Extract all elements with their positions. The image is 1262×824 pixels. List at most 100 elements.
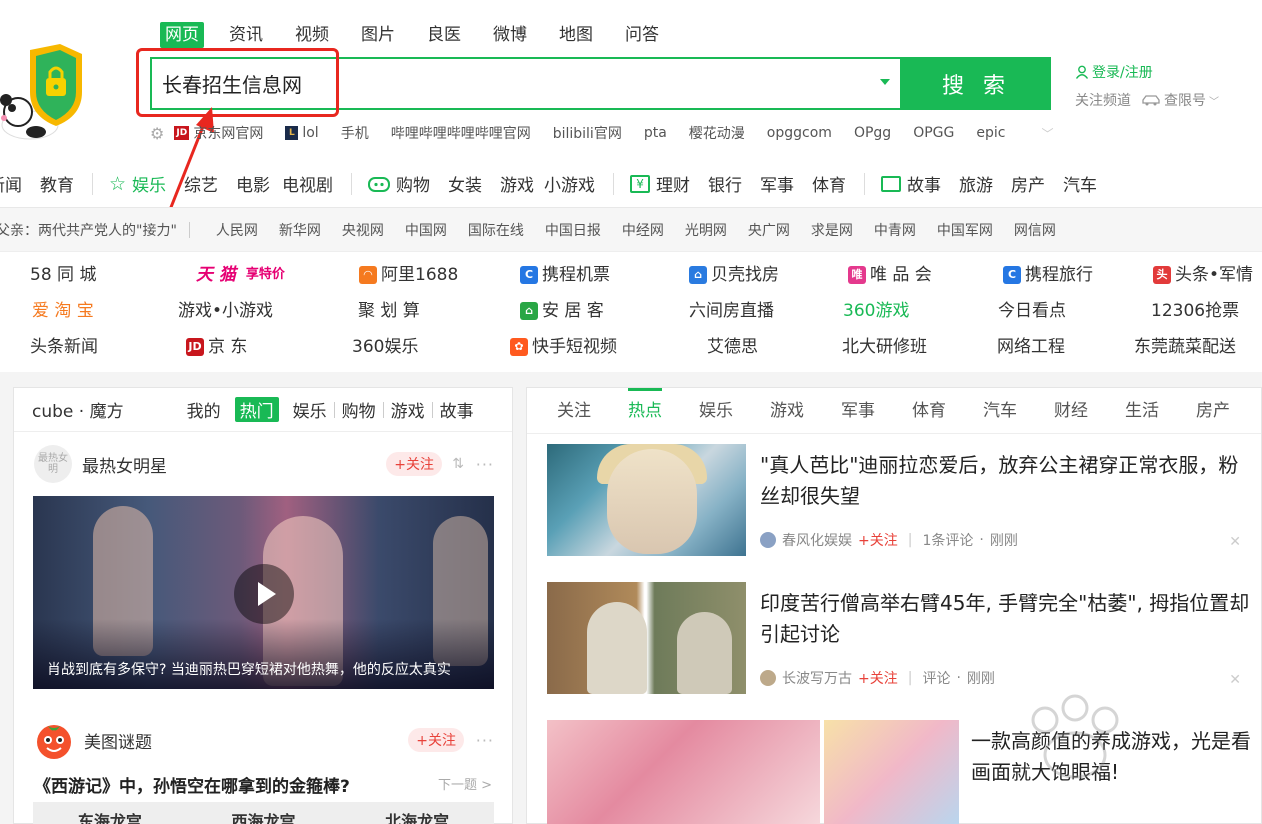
hot-link-bilibili[interactable]: bilibili官网 [553, 123, 622, 143]
site-link[interactable]: 北大研修班 [823, 329, 978, 365]
nav-tv[interactable]: 电视剧 [282, 171, 333, 196]
feed-thumbnail[interactable] [547, 582, 746, 694]
hot-link-opgg-upper[interactable]: OPGG [913, 125, 954, 141]
follow-button[interactable]: +关注 [386, 452, 442, 476]
more-icon[interactable]: ··· [476, 455, 494, 474]
site-link[interactable]: 58 同 城 [30, 257, 178, 293]
feed-tab-games[interactable]: 游戏 [770, 388, 804, 434]
site-link[interactable]: C 携程旅行 [978, 257, 1128, 293]
hot-link-bilibili-cn[interactable]: 哔哩哔哩哔哩哔哩官网 [391, 123, 531, 143]
feed-comments[interactable]: 1条评论 [922, 530, 973, 550]
site-link[interactable]: 360娱乐 [333, 329, 493, 365]
nav-travel[interactable]: 旅游 [959, 171, 993, 196]
feed-source[interactable]: 长波写万古 [782, 668, 852, 688]
site-link[interactable]: ⌂ 安 居 客 [493, 293, 663, 329]
feed-tab-realestate[interactable]: 房产 [1196, 388, 1230, 434]
search-tab-qa[interactable]: 问答 [622, 22, 662, 48]
nav-realestate[interactable]: 房产 [1011, 171, 1045, 196]
site-link[interactable]: 游戏•小游戏 [178, 293, 333, 329]
hot-link-pta[interactable]: pta [644, 125, 667, 141]
news-site[interactable]: 央视网 [342, 220, 384, 240]
nav-mini-games[interactable]: 小游戏 [544, 171, 595, 196]
follow-link[interactable]: +关注 [858, 530, 898, 550]
search-tab-news[interactable]: 资讯 [226, 22, 266, 48]
search-tab-map[interactable]: 地图 [556, 22, 596, 48]
feed-source[interactable]: 春风化娱娱 [782, 530, 852, 550]
news-site[interactable]: 光明网 [685, 220, 727, 240]
site-link[interactable]: 360游戏 [823, 293, 978, 329]
site-link[interactable]: 爱 淘 宝 [30, 293, 178, 329]
news-site[interactable]: 中国日报 [545, 220, 601, 240]
nav-entertainment[interactable]: ☆ 娱乐 [109, 171, 166, 197]
feed-title[interactable]: "真人芭比"迪丽拉恋爱后，放弃公主裙穿正常衣服，粉丝却很失望 [760, 450, 1250, 512]
swap-icon[interactable]: ⇅ [452, 456, 464, 472]
hot-link-opgg[interactable]: OPgg [854, 125, 891, 141]
site-link[interactable]: 网络工程 [978, 329, 1128, 365]
nav-military[interactable]: 军事 [760, 171, 794, 196]
nav-shopping[interactable]: 购物 [368, 171, 430, 196]
more-icon[interactable]: ··· [476, 731, 494, 750]
feed-tab-sports[interactable]: 体育 [912, 388, 946, 434]
site-link[interactable]: 12306抢票 [1128, 293, 1262, 329]
site-link[interactable]: 头 头条•军情 [1128, 257, 1262, 293]
search-tab-images[interactable]: 图片 [358, 22, 398, 48]
site-link[interactable]: 聚 划 算 [333, 293, 493, 329]
nav-education[interactable]: 教育 [40, 171, 74, 196]
cube-tab-stories[interactable]: 故事 [440, 397, 474, 422]
follow-channel-link[interactable]: 关注频道 [1075, 90, 1131, 110]
news-site[interactable]: 求是网 [811, 220, 853, 240]
feed-thumbnail[interactable] [824, 720, 959, 824]
quiz-option[interactable]: 东海龙宫 [78, 808, 142, 824]
nav-games[interactable]: 游戏 [500, 171, 534, 196]
feed-tab-follow[interactable]: 关注 [557, 388, 591, 434]
next-question-link[interactable]: 下一题 > [438, 774, 492, 793]
search-tab-doctor[interactable]: 良医 [424, 22, 464, 48]
traffic-limit-link[interactable]: 查限号 ﹀ [1141, 90, 1219, 110]
hot-link-jd[interactable]: JD 京东网官网 [174, 123, 263, 143]
news-site[interactable]: 中经网 [622, 220, 664, 240]
login-link[interactable]: 登录/注册 [1075, 62, 1153, 82]
chevron-down-icon[interactable] [880, 79, 890, 85]
video-caption[interactable]: 肖战到底有多保守? 当迪丽热巴穿短裙对他热舞，他的反应太真实 [47, 659, 451, 679]
hot-link-sakura[interactable]: 樱花动漫 [689, 123, 745, 143]
search-button[interactable]: 搜 索 [902, 57, 1051, 110]
site-link[interactable]: 唯 唯 品 会 [823, 257, 978, 293]
nav-movie[interactable]: 电影 [236, 171, 270, 196]
card-author-name[interactable]: 最热女明星 [82, 452, 167, 477]
news-site[interactable]: 新华网 [279, 220, 321, 240]
feed-tab-auto[interactable]: 汽车 [983, 388, 1017, 434]
site-link[interactable]: 今日看点 [978, 293, 1128, 329]
feed-tab-life[interactable]: 生活 [1125, 388, 1159, 434]
close-icon[interactable]: ✕ [1229, 534, 1241, 550]
settings-icon[interactable]: ⚙ [150, 124, 164, 143]
feed-tab-entertainment[interactable]: 娱乐 [699, 388, 733, 434]
nav-stories[interactable]: 故事 [881, 171, 941, 196]
nav-bank[interactable]: 银行 [708, 171, 742, 196]
news-headline[interactable]: 父亲：两代共产党人的"接力" [0, 220, 177, 240]
follow-button[interactable]: +关注 [408, 728, 464, 752]
nav-variety[interactable]: 综艺 [184, 171, 218, 196]
chevron-down-icon[interactable]: ﹀ [1041, 125, 1053, 142]
site-link[interactable]: 六间房直播 [663, 293, 823, 329]
cube-tab-shopping[interactable]: 购物 [342, 397, 376, 422]
play-icon[interactable] [234, 564, 294, 624]
search-tab-web[interactable]: 网页 [160, 22, 204, 48]
cube-tab-entertainment[interactable]: 娱乐 [293, 397, 327, 422]
site-link[interactable]: 艾德思 [663, 329, 823, 365]
video-thumbnail[interactable]: 肖战到底有多保守? 当迪丽热巴穿短裙对他热舞，他的反应太真实 [33, 496, 494, 689]
news-site[interactable]: 中青网 [874, 220, 916, 240]
quiz-option[interactable]: 西海龙宫 [231, 808, 295, 824]
hot-link-opggcom[interactable]: opggcom [767, 125, 832, 141]
avatar[interactable]: 最热女明 [34, 445, 72, 483]
nav-news[interactable]: 新闻 [0, 171, 22, 196]
nav-sports[interactable]: 体育 [812, 171, 846, 196]
site-link-tmall[interactable]: 天 猫 享特价 [178, 257, 333, 293]
site-link[interactable]: ◠ 阿里1688 [333, 257, 493, 293]
site-link[interactable]: ⌂ 贝壳找房 [663, 257, 823, 293]
site-link[interactable]: 东莞蔬菜配送 [1128, 329, 1262, 365]
feed-title[interactable]: 一款高颜值的养成游戏，光是看画面就大饱眼福! [971, 726, 1251, 788]
logo[interactable] [0, 40, 90, 140]
close-icon[interactable]: ✕ [1229, 672, 1241, 688]
search-tab-video[interactable]: 视频 [292, 22, 332, 48]
site-link[interactable]: ✿ 快手短视频 [493, 329, 663, 365]
